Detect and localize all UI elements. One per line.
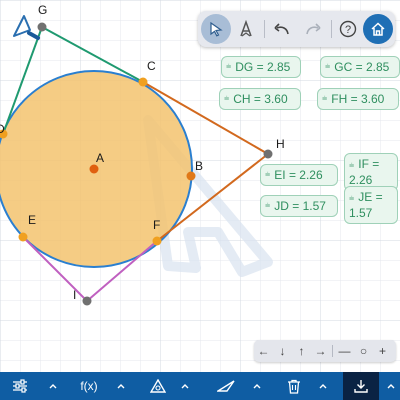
measure-dg[interactable]: ⩧ DG = 2.85 bbox=[221, 56, 301, 78]
top-toolbar: ? bbox=[198, 11, 395, 47]
equal-length-icon: ⩧ bbox=[322, 92, 328, 103]
label-a: A bbox=[96, 151, 104, 165]
equal-length-icon: ⩧ bbox=[349, 193, 355, 203]
select-arrow-icon[interactable] bbox=[201, 14, 231, 44]
pan-right-button[interactable]: → bbox=[311, 344, 330, 358]
equal-length-icon: ⩧ bbox=[224, 92, 230, 103]
chevron-up-icon[interactable] bbox=[114, 372, 128, 400]
label-f: F bbox=[153, 218, 160, 232]
measure-dg-text: DG = 2.85 bbox=[235, 60, 291, 74]
point-i[interactable] bbox=[82, 296, 92, 306]
chevron-up-icon[interactable] bbox=[384, 372, 398, 400]
measure-jd[interactable]: ⩧ JD = 1.57 bbox=[260, 195, 338, 217]
measure-ch-text: CH = 3.60 bbox=[233, 92, 288, 106]
pan-left-button[interactable]: ← bbox=[254, 344, 273, 358]
equal-length-icon: ⩧ bbox=[226, 60, 232, 71]
label-g: G bbox=[38, 3, 47, 17]
point-f[interactable] bbox=[152, 236, 162, 246]
chevron-up-icon[interactable] bbox=[316, 372, 330, 400]
point-g[interactable] bbox=[37, 22, 47, 32]
measure-ei[interactable]: ⩧ EI = 2.26 bbox=[260, 164, 338, 186]
function-button[interactable]: f(x) bbox=[74, 372, 104, 400]
measure-je-text: JE = 1.57 bbox=[349, 190, 383, 220]
zoom-out-button[interactable]: — bbox=[335, 344, 354, 358]
equal-length-icon: ⩧ bbox=[349, 160, 355, 170]
measure-icon[interactable] bbox=[212, 372, 240, 400]
export-icon[interactable] bbox=[343, 372, 379, 400]
point-h[interactable] bbox=[263, 149, 273, 159]
measure-ei-text: EI = 2.26 bbox=[274, 168, 323, 182]
bottom-toolbar: f(x) bbox=[0, 372, 400, 400]
home-icon[interactable] bbox=[363, 14, 393, 44]
label-b: B bbox=[195, 159, 203, 173]
chevron-up-icon[interactable] bbox=[250, 372, 264, 400]
label-i: I bbox=[73, 288, 76, 302]
zoom-in-button[interactable]: + bbox=[373, 344, 392, 358]
pan-up-button[interactable]: ↑ bbox=[292, 344, 311, 358]
trash-icon[interactable] bbox=[282, 372, 306, 400]
label-style-icon[interactable] bbox=[231, 14, 261, 44]
zoom-reset-button[interactable]: ○ bbox=[354, 344, 373, 358]
equal-length-icon: ⩧ bbox=[265, 199, 271, 210]
redo-icon[interactable] bbox=[298, 14, 328, 44]
measure-gc-text: GC = 2.85 bbox=[334, 60, 390, 74]
undo-icon[interactable] bbox=[267, 14, 297, 44]
label-h: H bbox=[276, 137, 285, 151]
svg-text:?: ? bbox=[345, 24, 351, 36]
measure-fh[interactable]: ⩧ FH = 3.60 bbox=[317, 88, 399, 110]
function-label: f(x) bbox=[80, 379, 98, 393]
label-d: D bbox=[0, 122, 5, 136]
chevron-up-icon[interactable] bbox=[178, 372, 192, 400]
measure-ch[interactable]: ⩧ CH = 3.60 bbox=[219, 88, 301, 110]
measure-fh-text: FH = 3.60 bbox=[331, 92, 385, 106]
measure-gc[interactable]: ⩧ GC = 2.85 bbox=[320, 56, 400, 78]
label-c: C bbox=[147, 59, 156, 73]
pan-down-button[interactable]: ↓ bbox=[273, 344, 292, 358]
equal-length-icon: ⩧ bbox=[325, 60, 331, 71]
label-e: E bbox=[28, 213, 36, 227]
chevron-up-icon[interactable] bbox=[46, 372, 60, 400]
triangle-icon[interactable] bbox=[144, 372, 172, 400]
point-c[interactable] bbox=[138, 77, 148, 87]
help-icon[interactable]: ? bbox=[333, 14, 363, 44]
measure-je[interactable]: ⩧ JE = 1.57 bbox=[344, 186, 398, 224]
sliders-icon[interactable] bbox=[6, 372, 34, 400]
point-a[interactable] bbox=[89, 164, 99, 174]
navigation-panel: ← ↓ ↑ → — ○ + bbox=[254, 340, 396, 362]
point-e[interactable] bbox=[18, 232, 28, 242]
measure-jd-text: JD = 1.57 bbox=[274, 199, 326, 213]
equal-length-icon: ⩧ bbox=[265, 168, 271, 179]
